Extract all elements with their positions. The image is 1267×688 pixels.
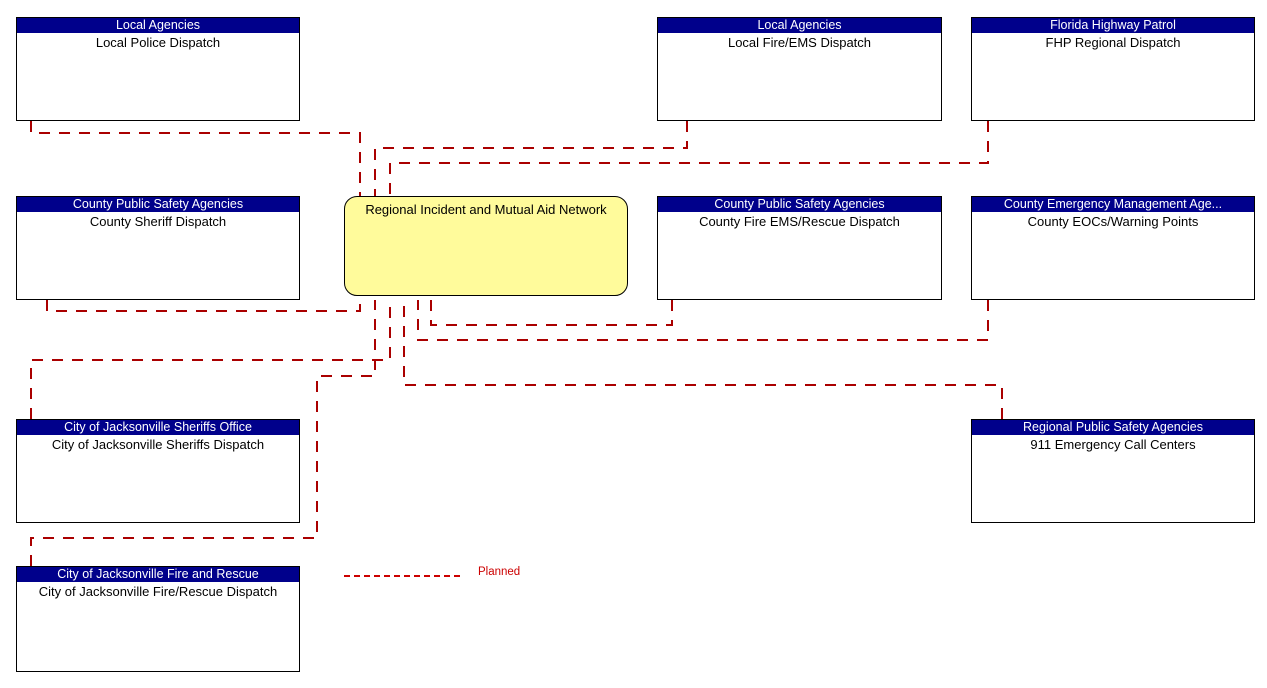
node-county-eocs-warning-points[interactable]: County Emergency Management Age... County…: [971, 196, 1255, 300]
node-local-police-dispatch[interactable]: Local Agencies Local Police Dispatch: [16, 17, 300, 121]
node-body-fhp-regional-dispatch: FHP Regional Dispatch: [1045, 35, 1181, 50]
diagram-canvas: Local Agencies Local Police Dispatch Local…: [0, 0, 1267, 688]
edge-county-fire-ems-rescue-dispatch-to-center-node: [430, 300, 673, 326]
node-body-city-jacksonville-sheriffs-dispatch: City of Jacksonville Sheriffs Dispatch: [51, 437, 265, 452]
edge-city-jacksonville-sheriffs-dispatch-to-center-node: [30, 300, 391, 419]
legend-label-planned: Planned: [478, 566, 521, 578]
node-body-county-fire-ems-rescue-dispatch: County Fire EMS/Rescue Dispatch: [699, 214, 900, 229]
edge-911-emergency-call-centers-to-center-node: [403, 300, 1003, 419]
center-node-label: Regional Incident and Mutual Aid Network: [365, 202, 607, 217]
node-local-fire-ems-dispatch[interactable]: Local Agencies Local Fire/EMS Dispatch: [657, 17, 942, 121]
edge-fhp-regional-dispatch-to-center-node: [389, 121, 989, 196]
node-header-local-fire-ems-dispatch: Local Agencies: [658, 18, 941, 33]
node-header-local-police-dispatch: Local Agencies: [17, 18, 299, 33]
node-body-county-sheriff-dispatch: County Sheriff Dispatch: [89, 214, 227, 229]
node-body-911-emergency-call-centers: 911 Emergency Call Centers: [1030, 437, 1196, 452]
node-header-county-sheriff-dispatch: County Public Safety Agencies: [17, 197, 299, 212]
node-body-city-jacksonville-fire-rescue-dispatch: City of Jacksonville Fire/Rescue Dispatc…: [38, 584, 278, 599]
node-city-jacksonville-fire-rescue-dispatch[interactable]: City of Jacksonville Fire and Rescue City…: [16, 566, 300, 672]
node-header-county-eocs-warning-points: County Emergency Management Age...: [972, 197, 1254, 212]
node-body-county-eocs-warning-points: County EOCs/Warning Points: [1027, 214, 1199, 229]
node-header-county-fire-ems-rescue-dispatch: County Public Safety Agencies: [658, 197, 941, 212]
node-911-emergency-call-centers[interactable]: Regional Public Safety Agencies 911 Emerg…: [971, 419, 1255, 523]
edge-county-sheriff-dispatch-to-center-node: [46, 300, 361, 312]
node-body-local-fire-ems-dispatch: Local Fire/EMS Dispatch: [727, 35, 872, 50]
node-county-fire-ems-rescue-dispatch[interactable]: County Public Safety Agencies County Fire…: [657, 196, 942, 300]
node-fhp-regional-dispatch[interactable]: Florida Highway Patrol FHP Regional Dispa…: [971, 17, 1255, 121]
node-header-city-jacksonville-fire-rescue-dispatch: City of Jacksonville Fire and Rescue: [17, 567, 299, 582]
node-header-fhp-regional-dispatch: Florida Highway Patrol: [972, 18, 1254, 33]
legend-dashed-line-planned: [344, 575, 460, 577]
node-city-jacksonville-sheriffs-dispatch[interactable]: City of Jacksonville Sheriffs Office City…: [16, 419, 300, 523]
node-header-911-emergency-call-centers: Regional Public Safety Agencies: [972, 420, 1254, 435]
node-county-sheriff-dispatch[interactable]: County Public Safety Agencies County Sher…: [16, 196, 300, 300]
center-node-regional-incident-and-mutual-aid-network[interactable]: Regional Incident and Mutual Aid Network: [344, 196, 628, 296]
node-header-city-jacksonville-sheriffs-dispatch: City of Jacksonville Sheriffs Office: [17, 420, 299, 435]
edge-local-fire-ems-dispatch-to-center-node: [374, 121, 688, 196]
edge-local-police-dispatch-to-center-node: [30, 121, 361, 196]
edge-county-eocs-warning-points-to-center-node: [417, 300, 989, 341]
node-body-local-police-dispatch: Local Police Dispatch: [95, 35, 221, 50]
